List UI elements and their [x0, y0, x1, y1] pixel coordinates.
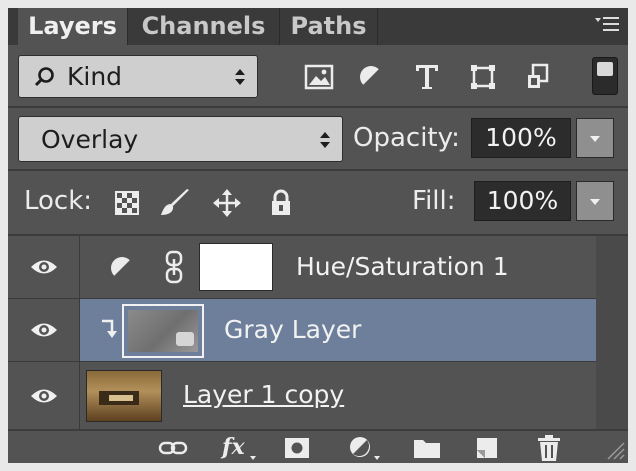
- screenshot-frame: Layers Channels Paths Kind Overlay Opaci…: [0, 0, 636, 471]
- opacity-label: Opacity:: [353, 123, 460, 153]
- filter-kind-label: Kind: [67, 62, 123, 91]
- lock-position-icon[interactable]: [210, 186, 244, 220]
- shape-layer-filter-icon[interactable]: [466, 60, 500, 94]
- smart-object-filter-icon[interactable]: [522, 60, 556, 94]
- blend-mode-dropdown[interactable]: Overlay: [18, 116, 343, 162]
- updown-arrows-icon: [318, 128, 332, 152]
- pixel-layer-filter-icon[interactable]: [302, 60, 336, 94]
- search-icon: [33, 65, 57, 93]
- lock-transparent-pixels-icon[interactable]: [110, 186, 144, 220]
- lock-all-icon[interactable]: [264, 186, 298, 220]
- layers-list: Hue/Saturation 1 Gray Layer Layer 1 copy: [8, 236, 596, 429]
- layer-name[interactable]: Layer 1 copy: [183, 380, 344, 409]
- layer-mask-thumbnail[interactable]: [199, 243, 273, 291]
- updown-arrows-icon: [233, 65, 247, 89]
- link-layers-icon[interactable]: [156, 433, 190, 463]
- fill-slider-button[interactable]: [576, 181, 614, 221]
- fill-input[interactable]: 100%: [474, 181, 571, 221]
- visibility-toggle[interactable]: [8, 299, 80, 361]
- filter-kind-dropdown[interactable]: Kind: [18, 55, 258, 98]
- tab-paths[interactable]: Paths: [280, 8, 378, 45]
- svg-text:fx: fx: [220, 434, 245, 460]
- divider: [8, 169, 628, 171]
- new-group-icon[interactable]: [410, 433, 444, 463]
- new-adjustment-layer-icon[interactable]: [346, 433, 386, 463]
- chevron-down-icon: [590, 136, 600, 142]
- layer-row-hue-saturation[interactable]: Hue/Saturation 1: [8, 236, 596, 299]
- layer-row-layer-1-copy[interactable]: Layer 1 copy: [8, 362, 596, 429]
- layers-panel: Layers Channels Paths Kind Overlay Opaci…: [8, 8, 628, 463]
- thumbnail-highlight: [176, 332, 194, 346]
- layers-scrollbar[interactable]: [596, 236, 628, 429]
- layers-bottom-toolbar: fx: [8, 429, 628, 463]
- layer-name[interactable]: Hue/Saturation 1: [296, 252, 509, 281]
- visibility-toggle[interactable]: [8, 236, 80, 298]
- layer-style-icon[interactable]: fx: [220, 433, 260, 463]
- filter-toggle-knob: [597, 62, 613, 76]
- fill-label: Fill:: [412, 186, 456, 216]
- lock-label: Lock:: [24, 186, 93, 216]
- add-mask-icon[interactable]: [280, 433, 314, 463]
- opacity-input[interactable]: 100%: [471, 118, 571, 158]
- new-layer-icon[interactable]: [470, 433, 504, 463]
- lock-image-pixels-icon[interactable]: [158, 186, 192, 220]
- tab-layers[interactable]: Layers: [18, 8, 128, 45]
- opacity-slider-button[interactable]: [576, 118, 614, 158]
- layer-thumbnail[interactable]: [122, 304, 204, 358]
- tab-channels[interactable]: Channels: [128, 8, 280, 45]
- adjustment-layer-filter-icon[interactable]: [354, 60, 388, 94]
- visibility-toggle[interactable]: [8, 362, 80, 429]
- panel-tab-bar: Layers Channels Paths: [8, 8, 628, 45]
- eye-icon: [30, 323, 57, 337]
- panel-menu-icon[interactable]: [592, 14, 622, 38]
- eye-icon: [30, 260, 57, 274]
- blend-mode-label: Overlay: [41, 125, 139, 154]
- thumbnail-image: [128, 310, 198, 352]
- type-layer-filter-icon[interactable]: [410, 60, 444, 94]
- layer-row-gray-layer[interactable]: Gray Layer: [8, 299, 596, 362]
- layer-name[interactable]: Gray Layer: [224, 315, 361, 344]
- layer-thumbnail[interactable]: [86, 370, 162, 422]
- resize-grip-icon[interactable]: [604, 439, 626, 461]
- filter-toggle-switch[interactable]: [592, 57, 618, 95]
- delete-layer-icon[interactable]: [532, 433, 566, 463]
- thumbnail-detail: [109, 395, 133, 401]
- adjustment-layer-icon: [108, 254, 136, 286]
- chevron-down-icon: [590, 199, 600, 205]
- eye-icon: [30, 389, 57, 402]
- mask-link-icon[interactable]: [164, 250, 184, 288]
- clipping-mask-arrow-icon: [98, 319, 118, 345]
- divider: [8, 106, 628, 108]
